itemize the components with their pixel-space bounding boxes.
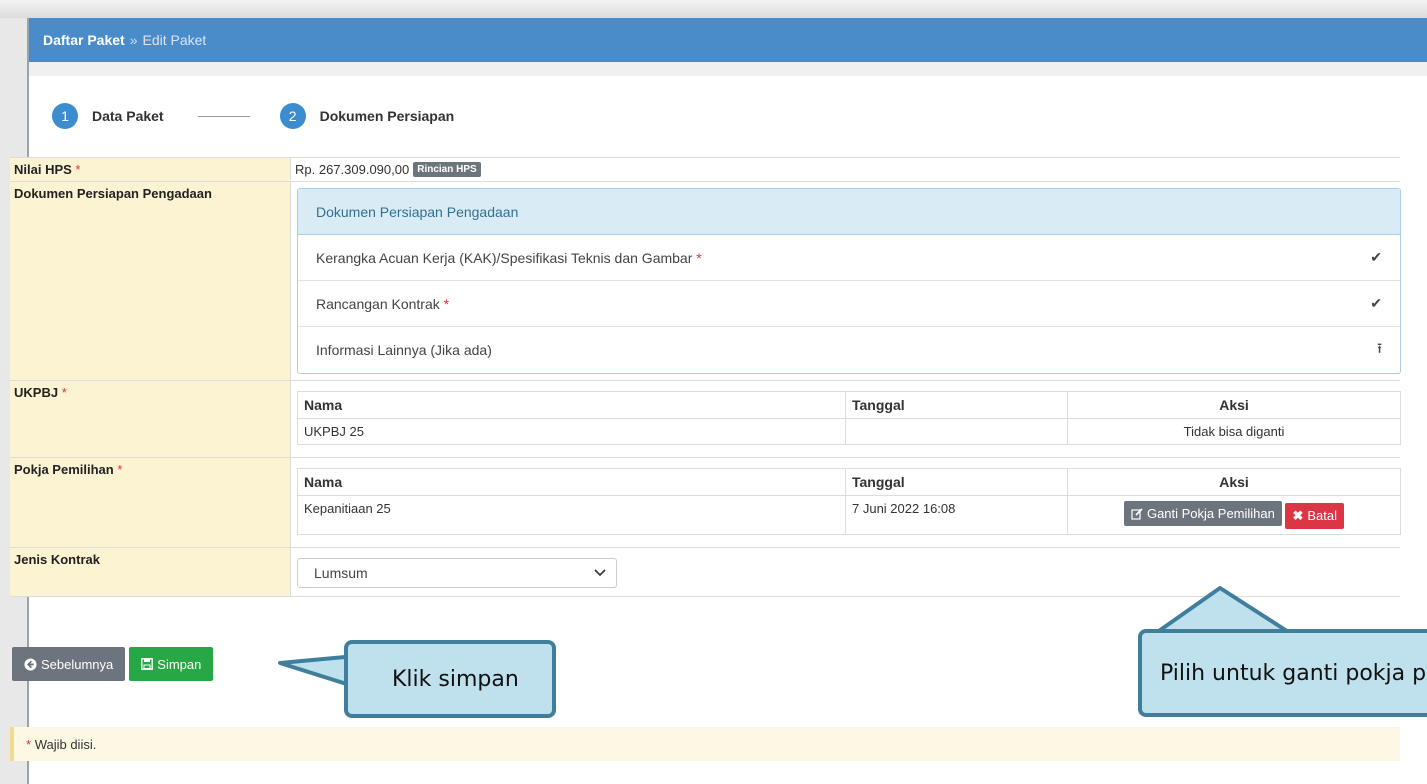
select-value: Lumsum: [314, 564, 368, 581]
callout-save-text: Klik simpan: [392, 666, 519, 692]
table-row: Kepanitiaan 25 7 Juni 2022 16:08 Ganti P…: [297, 495, 1401, 535]
dokumen-item-text: Rancangan Kontrak: [316, 295, 440, 312]
col-tanggal: Tanggal: [845, 391, 1068, 419]
hps-value: Rp. 267.309.090,00: [295, 161, 410, 177]
jenis-kontrak-select[interactable]: Lumsum: [297, 557, 617, 588]
label-ukpbj: UKPBJ *: [10, 381, 290, 457]
row-pokja-pemilihan: Pokja Pemilihan * Nama Tanggal Aksi Kepa…: [10, 457, 1401, 547]
pokja-aksi: Ganti Pokja Pemilihan ✖ Batal: [1067, 495, 1401, 535]
notice-text: Wajib diisi.: [34, 736, 97, 752]
chevron-down-icon: [594, 568, 606, 576]
col-nama: Nama: [297, 468, 846, 496]
row-ukpbj: UKPBJ * Nama Tanggal Aksi UKPBJ 25 Tidak…: [10, 380, 1401, 457]
required-mark: *: [26, 736, 32, 752]
button-label: Simpan: [157, 656, 202, 672]
dokumen-item-informasi-lainnya[interactable]: Informasi Lainnya (Jika ada) ⭱: [298, 327, 1400, 373]
ukpbj-aksi: Tidak bisa diganti: [1067, 418, 1401, 445]
check-icon: ✔: [1370, 295, 1382, 311]
dokumen-item-label: Kerangka Acuan Kerja (KAK)/Spesifikasi T…: [316, 250, 702, 266]
ganti-pokja-button[interactable]: Ganti Pokja Pemilihan: [1123, 501, 1282, 526]
required-mark: *: [696, 249, 702, 266]
step-connector: [197, 115, 250, 117]
dokumen-item-label: Rancangan Kontrak *: [316, 296, 449, 312]
step-number: 2: [279, 103, 306, 129]
table-header-row: Nama Tanggal Aksi: [297, 468, 1401, 496]
batal-button[interactable]: ✖ Batal: [1285, 502, 1345, 529]
table-row: UKPBJ 25 Tidak bisa diganti: [297, 418, 1401, 445]
dokumen-panel-title: Dokumen Persiapan Pengadaan: [298, 189, 1400, 235]
label-text: Nilai HPS: [14, 162, 72, 177]
dokumen-item-text: Informasi Lainnya (Jika ada): [316, 342, 492, 358]
label-nilai-hps: Nilai HPS *: [10, 158, 290, 181]
dokumen-item-kak[interactable]: Kerangka Acuan Kerja (KAK)/Spesifikasi T…: [298, 235, 1400, 281]
label-jenis-kontrak: Jenis Kontrak: [10, 547, 290, 596]
step-label: Dokumen Persiapan: [319, 108, 455, 124]
row-dokumen-persiapan: Dokumen Persiapan Pengadaan Dokumen Pers…: [10, 181, 1401, 380]
col-tanggal: Tanggal: [845, 468, 1068, 496]
label-pokja-pemilihan: Pokja Pemilihan *: [10, 458, 290, 547]
pokja-nama: Kepanitiaan 25: [297, 495, 846, 535]
dokumen-item-text: Kerangka Acuan Kerja (KAK)/Spesifikasi T…: [316, 249, 693, 266]
step-data-paket[interactable]: 1 Data Paket: [52, 103, 164, 129]
close-icon: ✖: [1292, 507, 1304, 523]
row-nilai-hps: Nilai HPS * Rp. 267.309.090,00 Rincian H…: [10, 157, 1400, 181]
col-nama: Nama: [297, 391, 846, 419]
button-label: Sebelumnya: [41, 656, 114, 672]
pokja-table: Nama Tanggal Aksi Kepanitiaan 25 7 Juni …: [297, 468, 1401, 535]
required-notice: * Wajib diisi.: [10, 727, 1400, 761]
sebelumnya-button[interactable]: Sebelumnya: [12, 647, 126, 681]
col-aksi: Aksi: [1067, 468, 1401, 496]
callout-pokja-pointer: [1154, 586, 1292, 635]
check-icon: ✔: [1370, 249, 1382, 265]
step-dokumen-persiapan[interactable]: 2 Dokumen Persiapan: [279, 103, 455, 129]
breadcrumb-root-link[interactable]: Daftar Paket: [43, 32, 125, 48]
table-header-row: Nama Tanggal Aksi: [297, 391, 1401, 419]
upload-icon[interactable]: ⭱: [1377, 338, 1382, 362]
wizard-steps: 1 Data Paket 2 Dokumen Persiapan: [52, 103, 454, 129]
button-label: Ganti Pokja Pemilihan: [1146, 506, 1275, 521]
header-gap: [29, 62, 1427, 76]
edit-icon: [1131, 507, 1143, 520]
value-ukpbj: Nama Tanggal Aksi UKPBJ 25 Tidak bisa di…: [290, 381, 1405, 457]
label-dokumen-persiapan: Dokumen Persiapan Pengadaan: [10, 182, 290, 380]
step-number: 1: [52, 103, 78, 129]
col-aksi: Aksi: [1067, 391, 1401, 419]
window-top-strip: [0, 0, 1427, 18]
required-mark: *: [61, 385, 67, 400]
value-nilai-hps: Rp. 267.309.090,00 Rincian HPS: [290, 158, 1400, 180]
pokja-tanggal: 7 Juni 2022 16:08: [845, 495, 1068, 535]
ukpbj-nama: UKPBJ 25: [297, 418, 846, 445]
dokumen-panel: Dokumen Persiapan Pengadaan Kerangka Acu…: [297, 188, 1401, 374]
rincian-hps-badge[interactable]: Rincian HPS: [413, 161, 481, 177]
paket-form: Nilai HPS * Rp. 267.309.090,00 Rincian H…: [10, 157, 1401, 597]
callout-pokja: Pilih untuk ganti pokja pe: [1138, 629, 1427, 717]
ukpbj-tanggal: [845, 418, 1068, 445]
arrow-left-circle-icon: [24, 657, 37, 671]
ukpbj-table: Nama Tanggal Aksi UKPBJ 25 Tidak bisa di…: [297, 391, 1401, 445]
value-dokumen-persiapan: Dokumen Persiapan Pengadaan Kerangka Acu…: [290, 182, 1405, 380]
simpan-button[interactable]: Simpan: [129, 647, 214, 681]
value-pokja-pemilihan: Nama Tanggal Aksi Kepanitiaan 25 7 Juni …: [290, 458, 1405, 547]
step-label: Data Paket: [92, 108, 164, 124]
dokumen-item-rancangan-kontrak[interactable]: Rancangan Kontrak * ✔: [298, 281, 1400, 327]
save-icon: [141, 658, 154, 670]
callout-save: Klik simpan: [344, 640, 556, 718]
breadcrumb: Daftar Paket » Edit Paket: [29, 18, 1427, 62]
breadcrumb-current: Edit Paket: [142, 32, 207, 48]
required-mark: *: [75, 162, 81, 177]
button-label: Batal: [1307, 508, 1338, 523]
required-mark: *: [117, 462, 123, 477]
label-text: UKPBJ: [14, 385, 59, 400]
breadcrumb-separator: »: [129, 32, 138, 48]
required-mark: *: [443, 295, 450, 312]
label-text: Pokja Pemilihan: [14, 462, 114, 477]
form-actions: Sebelumnya Simpan: [12, 647, 214, 681]
callout-pokja-text: Pilih untuk ganti pokja pe: [1160, 660, 1427, 686]
